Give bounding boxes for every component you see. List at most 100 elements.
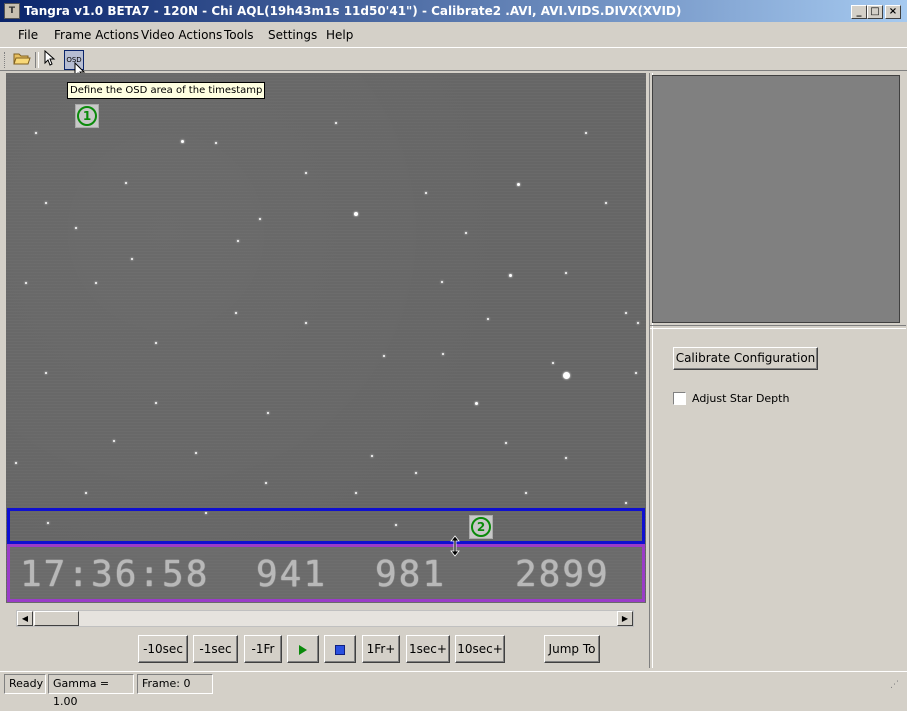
star	[465, 232, 467, 234]
stop-button[interactable]	[324, 635, 356, 663]
star	[425, 192, 427, 194]
zoom-preview	[652, 75, 900, 323]
osd-upper-band[interactable]	[7, 508, 645, 544]
star	[259, 218, 261, 220]
frame-scrollbar[interactable]: ◀ ▶	[16, 610, 634, 627]
scroll-right-icon[interactable]: ▶	[617, 611, 633, 626]
star	[237, 240, 239, 242]
toolbar: OSD	[0, 47, 907, 80]
step-marker-1: 1	[75, 104, 99, 128]
window-title: Tangra v1.0 BETA7 - 120N - Chi AQL(19h43…	[24, 4, 682, 18]
star	[155, 342, 157, 344]
osd-lower-band[interactable]: 17:36:58 941 981 2899	[7, 544, 645, 602]
osd-field1: 941	[256, 554, 328, 595]
star	[15, 462, 17, 464]
status-frame: Frame: 0	[137, 674, 213, 694]
star	[265, 482, 267, 484]
back-1frame-button[interactable]: -1Fr	[244, 635, 282, 663]
back-1sec-button[interactable]: -1sec	[193, 635, 238, 663]
status-bar: Ready Gamma = 1.00 Frame: 0 ⋰	[0, 671, 907, 708]
star	[131, 258, 133, 260]
star	[635, 372, 637, 374]
star	[505, 442, 507, 444]
scroll-left-icon[interactable]: ◀	[17, 611, 33, 626]
star	[508, 273, 512, 277]
forward-1sec-button[interactable]: 1sec+	[406, 635, 450, 663]
star	[113, 440, 115, 442]
calibrate-configuration-button[interactable]: Calibrate Configuration	[673, 347, 818, 370]
menu-video-actions[interactable]: Video Actions	[141, 28, 222, 42]
star	[516, 182, 520, 186]
play-button[interactable]	[287, 635, 319, 663]
star	[155, 402, 157, 404]
app-icon[interactable]: T	[4, 3, 20, 19]
minimize-button[interactable]: _	[851, 5, 867, 19]
star	[383, 355, 385, 357]
adjust-star-depth-checkbox[interactable]	[673, 392, 686, 405]
star	[85, 492, 87, 494]
panel-divider	[650, 325, 906, 329]
toolbar-separator	[35, 52, 39, 68]
star	[215, 142, 217, 144]
star	[562, 371, 570, 379]
star	[487, 318, 489, 320]
star	[335, 122, 337, 124]
menu-tools[interactable]: Tools	[224, 28, 254, 42]
forward-1frame-button[interactable]: 1Fr+	[362, 635, 400, 663]
osd-frame-number: 2899	[515, 554, 610, 595]
star	[235, 312, 237, 314]
menu-frame-actions[interactable]: Frame Actions	[54, 28, 139, 42]
star	[25, 282, 27, 284]
star	[305, 322, 307, 324]
forward-10sec-button[interactable]: 10sec+	[455, 635, 505, 663]
jump-to-button[interactable]: Jump To	[544, 635, 600, 663]
folder-open-icon[interactable]	[12, 50, 32, 70]
star	[305, 172, 307, 174]
star	[605, 202, 607, 204]
star	[125, 182, 127, 184]
resize-cursor-icon	[450, 535, 460, 560]
star	[415, 472, 417, 474]
star	[75, 227, 77, 229]
star	[474, 401, 478, 405]
star	[371, 455, 373, 457]
stop-icon	[335, 644, 345, 655]
maximize-button[interactable]: □	[867, 5, 883, 19]
adjust-star-depth-label: Adjust Star Depth	[692, 392, 790, 405]
close-button[interactable]: ×	[885, 5, 901, 19]
menu-bar: File Frame Actions Video Actions Tools S…	[0, 24, 907, 46]
star	[441, 281, 443, 283]
play-icon	[299, 644, 307, 655]
star	[565, 272, 567, 274]
star	[442, 353, 444, 355]
star	[625, 312, 627, 314]
star	[525, 492, 527, 494]
star	[565, 457, 567, 459]
scroll-thumb[interactable]	[34, 611, 79, 626]
star	[195, 452, 197, 454]
menu-file[interactable]: File	[18, 28, 38, 42]
toolbar-grip	[4, 52, 8, 68]
star	[180, 139, 184, 143]
star	[625, 502, 627, 504]
resize-grip-icon[interactable]: ⋰	[890, 680, 899, 690]
title-bar: T Tangra v1.0 BETA7 - 120N - Chi AQL(19h…	[0, 0, 907, 22]
osd-field2: 981	[375, 554, 447, 595]
star	[35, 132, 37, 134]
star	[585, 132, 587, 134]
star	[354, 212, 358, 216]
status-state: Ready	[4, 674, 46, 694]
menu-settings[interactable]: Settings	[268, 28, 317, 42]
step-marker-2: 2	[469, 515, 493, 539]
arrow-pointer-icon[interactable]	[40, 49, 60, 70]
star	[95, 282, 97, 284]
menu-help[interactable]: Help	[326, 28, 353, 42]
star	[355, 492, 357, 494]
star	[267, 412, 269, 414]
back-10sec-button[interactable]: -10sec	[138, 635, 188, 663]
osd-time: 17:36:58	[20, 554, 210, 595]
star	[45, 202, 47, 204]
star	[637, 322, 639, 324]
status-gamma: Gamma = 1.00	[48, 674, 134, 708]
star	[552, 362, 554, 364]
